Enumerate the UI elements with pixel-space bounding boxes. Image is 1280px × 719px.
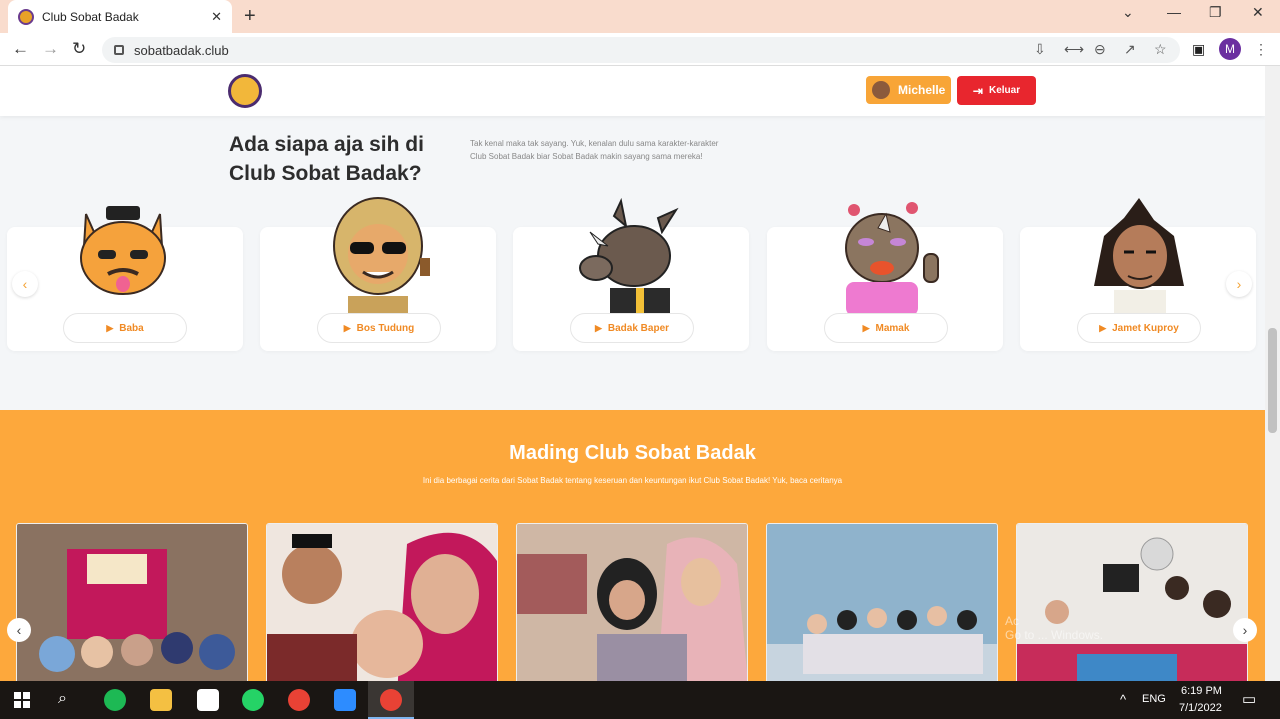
character-button-jamet-kuproy[interactable]: ▶ Jamet Kuproy	[1077, 313, 1201, 343]
character-button-mamak[interactable]: ▶ Mamak	[824, 313, 948, 343]
address-bar[interactable]: sobatbadak.club	[102, 37, 1180, 63]
forward-arrow-icon[interactable]: →	[42, 39, 59, 59]
logout-button[interactable]: ⇥ Keluar	[957, 76, 1036, 105]
mading-prev-arrow-icon[interactable]: ‹	[7, 618, 31, 642]
mading-photo[interactable]	[766, 523, 998, 681]
logout-label: Keluar	[988, 85, 1021, 96]
tab-title: Club Sobat Badak	[42, 9, 139, 24]
section-description: Tak kenal maka tak sayang. Yuk, kenalan …	[470, 139, 719, 161]
site-favicon-icon	[18, 8, 34, 25]
bos-tudung-character-icon	[333, 197, 430, 316]
whatsapp-icon[interactable]	[242, 689, 264, 711]
close-window-button[interactable]: ✕	[1252, 4, 1264, 21]
file-explorer-icon[interactable]	[150, 689, 172, 711]
back-arrow-icon[interactable]: ←	[12, 39, 29, 59]
jamet-kuproy-character-icon	[1094, 198, 1184, 316]
character-button-badak-baper[interactable]: ▶ Badak Baper	[570, 313, 694, 343]
play-icon: ▶	[106, 322, 114, 333]
sticky-notes-icon[interactable]	[197, 689, 219, 711]
mading-photo[interactable]	[1016, 523, 1248, 681]
spotify-icon[interactable]	[104, 689, 126, 711]
browser-toolbar: ← → ↻ sobatbadak.club ⇩ ⟷ ⊖ ↗ ☆ ▣ ⋮	[0, 33, 1280, 66]
language-indicator[interactable]: ENG	[1142, 693, 1166, 705]
notification-icon[interactable]: ▭	[1242, 690, 1256, 708]
mading-photo[interactable]	[516, 523, 748, 681]
character-name: Baba	[119, 322, 144, 334]
character-name: Badak Baper	[607, 322, 670, 334]
play-icon: ▶	[343, 322, 351, 333]
mading-photo[interactable]	[16, 523, 248, 681]
character-name: Bos Tudung	[356, 322, 415, 334]
browser-tab-bar: Club Sobat Badak ✕ + ⌄ — ❐ ✕	[0, 0, 1280, 33]
url-text: sobatbadak.club	[134, 42, 229, 58]
chrome-icon[interactable]	[288, 689, 310, 711]
search-icon[interactable]: ⌕	[58, 690, 67, 708]
characters-next-arrow-icon[interactable]: ›	[1226, 271, 1252, 297]
mading-subtitle: Ini dia berbagai cerita dari Sobat Badak…	[422, 476, 843, 485]
mading-title: Mading Club Sobat Badak	[509, 442, 756, 464]
club-logo[interactable]	[228, 74, 262, 108]
restore-button[interactable]: ❐	[1209, 4, 1222, 21]
install-icon[interactable]: ⇩	[1034, 41, 1046, 58]
windows-taskbar: ⌕ ^ ENG 6:19 PM 7/1/2022 ▭	[0, 681, 1280, 719]
user-name: Michelle	[898, 83, 946, 97]
activate-windows-watermark: Ac Go to ... Windows.	[1005, 614, 1104, 642]
site-header: Michelle ⇥ Keluar	[0, 66, 1265, 116]
reload-icon[interactable]: ↻	[72, 39, 86, 59]
sidebar-icon[interactable]: ▣	[1192, 41, 1205, 58]
tab-close-icon[interactable]: ✕	[211, 9, 222, 25]
user-avatar-icon	[872, 81, 890, 99]
zoom-icon[interactable]: ⊖	[1094, 41, 1106, 58]
new-tab-button[interactable]: +	[244, 5, 256, 28]
bookmark-star-icon[interactable]: ☆	[1154, 41, 1167, 58]
tray-chevron-icon[interactable]: ^	[1120, 692, 1126, 707]
minimize-button[interactable]: —	[1167, 4, 1181, 20]
browser-tab[interactable]: Club Sobat Badak ✕	[8, 0, 232, 33]
play-icon: ▶	[594, 322, 602, 333]
character-button-baba[interactable]: ▶ Baba	[63, 313, 187, 343]
clock-date[interactable]: 7/1/2022	[1179, 702, 1222, 714]
menu-kebab-icon[interactable]: ⋮	[1254, 41, 1268, 58]
chrome-profile-icon	[380, 689, 402, 711]
chrome-active-taskbar-item[interactable]	[368, 681, 414, 719]
page-scroll-thumb[interactable]	[1268, 328, 1277, 433]
tab-search-icon[interactable]: ⌄	[1122, 4, 1134, 21]
logout-icon: ⇥	[972, 83, 983, 98]
baba-character-icon	[80, 206, 166, 295]
character-name: Jamet Kuproy	[1112, 322, 1179, 334]
profile-avatar[interactable]: M	[1219, 38, 1241, 60]
share-icon[interactable]: ↗	[1124, 41, 1136, 58]
play-icon: ▶	[1099, 322, 1107, 333]
badak-baper-character-icon	[579, 197, 679, 316]
mamak-character-icon	[845, 202, 939, 316]
lock-icon	[114, 45, 124, 55]
user-profile-button[interactable]: Michelle	[866, 76, 951, 104]
mading-next-arrow-icon[interactable]: ›	[1233, 618, 1257, 642]
zoom-app-icon[interactable]	[334, 689, 356, 711]
characters-prev-arrow-icon[interactable]: ‹	[12, 271, 38, 297]
character-name: Mamak	[875, 322, 910, 334]
page-viewport: Michelle ⇥ Keluar Ada siapa aja sih di C…	[0, 66, 1265, 681]
section-title: Ada siapa aja sih di Club Sobat Badak?	[229, 133, 424, 185]
windows-start-icon[interactable]	[14, 692, 30, 708]
translate-icon[interactable]: ⟷	[1064, 41, 1084, 58]
clock-time[interactable]: 6:19 PM	[1181, 685, 1222, 697]
character-button-bos-tudung[interactable]: ▶ Bos Tudung	[317, 313, 441, 343]
mading-photo[interactable]	[266, 523, 498, 681]
play-icon: ▶	[862, 322, 870, 333]
